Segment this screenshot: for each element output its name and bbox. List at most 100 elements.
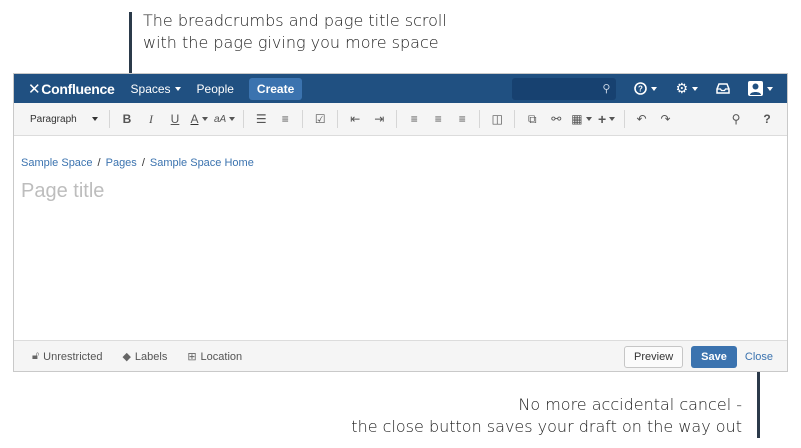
indent-button[interactable]: ⇥ <box>370 109 388 129</box>
align-right-button[interactable]: ≡ <box>453 109 471 129</box>
align-right-icon: ≡ <box>458 112 466 126</box>
breadcrumb: Sample Space / Pages / Sample Space Home <box>21 157 254 169</box>
breadcrumb-item-home[interactable]: Sample Space Home <box>150 157 254 169</box>
chevron-down-icon <box>609 117 616 121</box>
settings-menu[interactable]: ⚙ <box>675 80 698 97</box>
callout-top-line1: The breadcrumbs and page title scroll <box>143 11 447 30</box>
help-icon: ? <box>763 112 771 126</box>
breadcrumb-item-space[interactable]: Sample Space <box>21 157 93 169</box>
text-color-icon: A <box>190 112 199 126</box>
align-left-icon: ≡ <box>410 112 418 126</box>
editor-footer: 🔓︎ Unrestricted ◆ Labels ⊞ Location Prev… <box>14 340 787 371</box>
checkbox-icon: ☑ <box>314 112 326 126</box>
align-center-button[interactable]: ≡ <box>429 109 447 129</box>
insert-table-button[interactable]: ▦ <box>571 109 592 129</box>
footer-actions: Preview Save Close <box>624 345 787 368</box>
chevron-down-icon <box>229 117 236 121</box>
chevron-down-icon <box>651 86 658 91</box>
insert-link-button[interactable]: ⚯ <box>547 109 565 129</box>
page-layout-icon: ◫ <box>491 112 503 126</box>
paragraph-style-label: Paragraph <box>30 113 77 125</box>
text-color-button[interactable]: A <box>190 109 208 129</box>
page-title-input[interactable]: Page title <box>21 180 104 203</box>
chevron-down-icon <box>585 117 592 121</box>
people-label: People <box>196 81 234 96</box>
insert-files-button[interactable]: ⧉ <box>523 109 541 129</box>
toolbar-divider <box>302 110 304 128</box>
people-link[interactable]: People <box>197 82 234 96</box>
user-menu[interactable] <box>748 81 773 96</box>
labels-label: Labels <box>134 350 168 363</box>
insert-more-button[interactable]: + <box>598 109 616 129</box>
notifications-button[interactable] <box>716 83 730 94</box>
close-button[interactable]: Close <box>745 351 773 363</box>
chevron-down-icon <box>201 117 208 121</box>
table-icon: ▦ <box>571 112 583 126</box>
editor-help-button[interactable]: ? <box>758 109 776 129</box>
callout-line-bottom <box>757 362 760 438</box>
align-center-icon: ≡ <box>434 112 442 126</box>
editor-toolbar: Paragraph B I U A aA ☰ ≡ ☑ ⇤ ⇥ ≡ ≡ ≡ ◫ ⧉… <box>14 103 787 136</box>
page-layout-button[interactable]: ◫ <box>488 109 506 129</box>
location-label: Location <box>200 350 243 363</box>
callout-bottom-line2: the close button saves your draft on the… <box>351 417 742 436</box>
more-formatting-button[interactable]: aA <box>214 109 236 129</box>
search-input[interactable]: ⚲ <box>512 77 617 100</box>
labels-button[interactable]: ◆ Labels <box>122 350 168 364</box>
page-tree-icon: ⊞ <box>187 351 197 363</box>
help-icon: ? <box>634 82 648 95</box>
create-button[interactable]: Create <box>248 77 303 100</box>
breadcrumb-separator: / <box>141 157 145 169</box>
chevron-down-icon <box>767 86 773 91</box>
toolbar-divider <box>109 110 110 128</box>
find-replace-button[interactable]: ⚲ <box>727 109 745 129</box>
svg-text:?: ? <box>638 85 643 94</box>
undo-icon: ↶ <box>636 112 647 126</box>
toolbar-right-group: ⚲ ? <box>724 109 787 129</box>
confluence-logo[interactable]: ✕ Confluence <box>28 80 115 98</box>
outdent-icon: ⇤ <box>350 112 361 126</box>
plus-icon: + <box>597 111 607 127</box>
gear-icon: ⚙ <box>675 80 688 96</box>
preview-button[interactable]: Preview <box>624 345 684 368</box>
breadcrumb-separator: / <box>97 157 101 169</box>
underline-button[interactable]: U <box>166 109 184 129</box>
toolbar-divider <box>514 110 516 128</box>
toolbar-divider <box>337 110 339 128</box>
indent-icon: ⇥ <box>374 112 385 126</box>
logo-text: Confluence <box>41 80 115 97</box>
breadcrumb-item-pages[interactable]: Pages <box>106 157 137 169</box>
unlock-icon: 🔓︎ <box>32 350 40 362</box>
callout-text-bottom: No more accidental cancel - the close bu… <box>351 394 742 438</box>
help-menu[interactable]: ? <box>634 82 658 95</box>
confluence-x-icon: ✕ <box>28 80 41 98</box>
callout-top-line2: with the page giving you more space <box>143 33 439 52</box>
tag-icon: ◆ <box>122 351 131 363</box>
spaces-menu[interactable]: Spaces <box>131 82 181 96</box>
more-formatting-icon: aA <box>214 113 227 125</box>
numbered-list-button[interactable]: ≡ <box>276 109 294 129</box>
bold-button[interactable]: B <box>118 109 136 129</box>
paragraph-style-dropdown[interactable]: Paragraph <box>20 114 104 125</box>
bullet-list-icon: ☰ <box>255 112 267 126</box>
link-icon: ⚯ <box>551 112 562 126</box>
redo-button[interactable]: ↷ <box>657 109 675 129</box>
user-avatar-icon <box>748 81 763 96</box>
callout-bottom-line1: No more accidental cancel - <box>518 395 742 414</box>
chevron-down-icon <box>92 117 98 121</box>
task-list-button[interactable]: ☑ <box>311 109 329 129</box>
bullet-list-button[interactable]: ☰ <box>252 109 270 129</box>
save-button[interactable]: Save <box>691 345 737 368</box>
align-left-button[interactable]: ≡ <box>405 109 423 129</box>
toolbar-divider <box>623 110 625 128</box>
editor-content-area[interactable]: Sample Space / Pages / Sample Space Home… <box>14 136 787 340</box>
outdent-button[interactable]: ⇤ <box>346 109 364 129</box>
top-navigation-bar: ✕ Confluence Spaces People Create ⚲ ? ⚙ <box>14 74 787 103</box>
insert-image-icon: ⧉ <box>527 111 537 126</box>
confluence-editor-window: ✕ Confluence Spaces People Create ⚲ ? ⚙ <box>13 73 788 372</box>
restrictions-button[interactable]: 🔓︎ Unrestricted <box>32 350 102 363</box>
search-icon: ⚲ <box>731 112 741 126</box>
location-button[interactable]: ⊞ Location <box>187 350 243 364</box>
italic-button[interactable]: I <box>142 109 160 129</box>
undo-button[interactable]: ↶ <box>633 109 651 129</box>
